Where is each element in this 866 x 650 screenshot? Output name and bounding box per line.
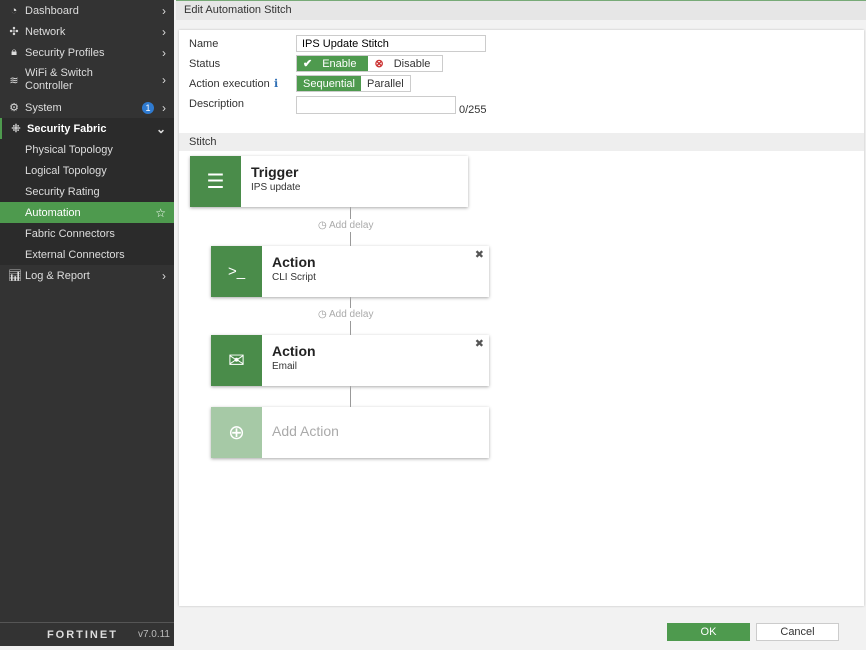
nav-label: Security Fabric bbox=[27, 122, 107, 135]
notification-badge: 1 bbox=[142, 101, 154, 114]
check-icon: ✔ bbox=[303, 58, 313, 70]
card-subtitle: Email bbox=[272, 361, 298, 372]
nav-dashboard[interactable]: ◔ Dashboard › bbox=[0, 0, 174, 21]
fabric-icon: ⁜ bbox=[11, 123, 21, 135]
nav-label: Network bbox=[25, 25, 66, 38]
page-title: Edit Automation Stitch bbox=[176, 0, 866, 20]
chevron-right-icon: › bbox=[162, 100, 166, 115]
envelope-icon: ✉ bbox=[211, 335, 262, 386]
nav-wifi-switch[interactable]: ≋ WiFi & Switch Controller › bbox=[0, 66, 174, 94]
sidebar-footer: FORTINET v7.0.11 bbox=[0, 622, 174, 646]
status-toggle: ✔ Enable ⊗ Disable bbox=[296, 55, 444, 72]
card-subtitle: IPS update bbox=[251, 182, 301, 193]
disable-label: Disable bbox=[393, 57, 431, 70]
close-icon[interactable]: ✖ bbox=[475, 248, 484, 261]
chevron-right-icon: › bbox=[162, 24, 166, 39]
action-card-cli[interactable]: >_ Action CLI Script ✖ bbox=[211, 246, 489, 297]
add-delay-button[interactable]: ◷ Add delay bbox=[318, 219, 374, 232]
char-counter: 0/255 bbox=[459, 104, 487, 116]
nav-label: WiFi & Switch Controller bbox=[25, 67, 93, 92]
database-icon: ☰ bbox=[190, 156, 241, 207]
nav-label: Dashboard bbox=[25, 4, 79, 17]
clock-plus-icon: ◷ bbox=[318, 309, 327, 320]
nav-network[interactable]: ✣ Network › bbox=[0, 21, 174, 42]
add-delay-label: Add delay bbox=[328, 220, 374, 231]
chevron-right-icon: › bbox=[162, 45, 166, 60]
info-icon[interactable]: ℹ bbox=[274, 77, 278, 90]
exec-toggle: Sequential Parallel bbox=[296, 75, 411, 92]
nav-automation[interactable]: Automation ☆ bbox=[0, 202, 174, 223]
add-delay-label: Add delay bbox=[328, 309, 374, 320]
nav-external-connectors[interactable]: External Connectors bbox=[0, 244, 174, 265]
add-action-card[interactable]: ⊕ Add Action bbox=[211, 407, 489, 458]
chevron-right-icon: › bbox=[162, 268, 166, 283]
name-label: Name bbox=[189, 38, 219, 50]
clock-plus-icon: ◷ bbox=[318, 220, 327, 231]
nav-system[interactable]: ⚙ System 1 › bbox=[0, 97, 174, 118]
version: v7.0.11 bbox=[137, 629, 170, 640]
parallel-option[interactable]: Parallel bbox=[361, 76, 410, 91]
enable-option[interactable]: ✔ Enable bbox=[297, 56, 369, 71]
nav-security-rating[interactable]: Security Rating bbox=[0, 181, 174, 202]
stitch-diagram: ☰ Trigger IPS update ◷ Add delay >_ Actio… bbox=[190, 156, 490, 466]
nav-label: Logical Topology bbox=[25, 164, 107, 177]
card-title: Action bbox=[272, 343, 316, 359]
add-delay-button[interactable]: ◷ Add delay bbox=[318, 308, 374, 321]
nav-log-report[interactable]: 📊︎ Log & Report › bbox=[0, 265, 174, 286]
wifi-icon: ≋ bbox=[9, 74, 19, 87]
enable-label: Enable bbox=[322, 57, 357, 70]
network-icon: ✣ bbox=[9, 26, 19, 38]
name-input[interactable] bbox=[296, 35, 486, 52]
chevron-right-icon: › bbox=[162, 73, 166, 87]
add-action-label: Add Action bbox=[272, 423, 339, 439]
status-label: Status bbox=[189, 58, 221, 70]
nav-security-fabric[interactable]: ⁜ Security Fabric ⌄ bbox=[0, 118, 174, 139]
nav-label: Security Profiles bbox=[25, 46, 105, 59]
action-card-email[interactable]: ✉ Action Email ✖ bbox=[211, 335, 489, 386]
nav-label: Fabric Connectors bbox=[25, 227, 115, 240]
x-circle-icon: ⊗ bbox=[374, 58, 384, 70]
star-icon[interactable]: ☆ bbox=[155, 206, 166, 220]
nav-security-profiles[interactable]: 🔒︎ Security Profiles › bbox=[0, 42, 174, 63]
sequential-option[interactable]: Sequential bbox=[297, 76, 361, 91]
trigger-card[interactable]: ☰ Trigger IPS update bbox=[190, 156, 468, 207]
chart-icon: 📊︎ bbox=[8, 270, 22, 282]
card-title: Action bbox=[272, 254, 316, 270]
edit-panel: Name Status ✔ Enable ⊗ Disable Action exec… bbox=[179, 30, 864, 606]
ok-button[interactable]: OK bbox=[667, 623, 750, 641]
nav-label: Automation bbox=[25, 206, 81, 219]
terminal-icon: >_ bbox=[211, 246, 262, 297]
exec-label: Action execution bbox=[189, 78, 270, 90]
lock-icon: 🔒︎ bbox=[11, 46, 17, 58]
nav-label: Log & Report bbox=[25, 269, 90, 282]
nav-physical-topology[interactable]: Physical Topology bbox=[0, 139, 174, 160]
close-icon[interactable]: ✖ bbox=[475, 337, 484, 350]
description-input[interactable] bbox=[296, 96, 456, 114]
nav-logical-topology[interactable]: Logical Topology bbox=[0, 160, 174, 181]
card-title: Trigger bbox=[251, 164, 299, 180]
gear-icon: ⚙ bbox=[9, 102, 19, 114]
nav-label: External Connectors bbox=[25, 248, 125, 261]
card-subtitle: CLI Script bbox=[272, 272, 316, 283]
nav-label: Security Rating bbox=[25, 185, 100, 198]
nav-label: System bbox=[25, 101, 62, 114]
desc-label: Description bbox=[189, 98, 245, 110]
chevron-down-icon: ⌄ bbox=[155, 121, 166, 136]
nav-label: Physical Topology bbox=[25, 143, 113, 156]
fortinet-logo: FORTINET bbox=[46, 628, 118, 641]
disable-option[interactable]: ⊗ Disable bbox=[368, 56, 442, 71]
plus-circle-icon: ⊕ bbox=[211, 407, 262, 458]
chevron-right-icon: › bbox=[162, 3, 166, 18]
cancel-button[interactable]: Cancel bbox=[756, 623, 839, 641]
stitch-section-header: Stitch bbox=[179, 133, 864, 151]
sidebar: ◔ Dashboard › ✣ Network › 🔒︎ Security Profile… bbox=[0, 0, 174, 646]
dashboard-icon: ◔ bbox=[10, 4, 18, 17]
nav-fabric-connectors[interactable]: Fabric Connectors bbox=[0, 223, 174, 244]
